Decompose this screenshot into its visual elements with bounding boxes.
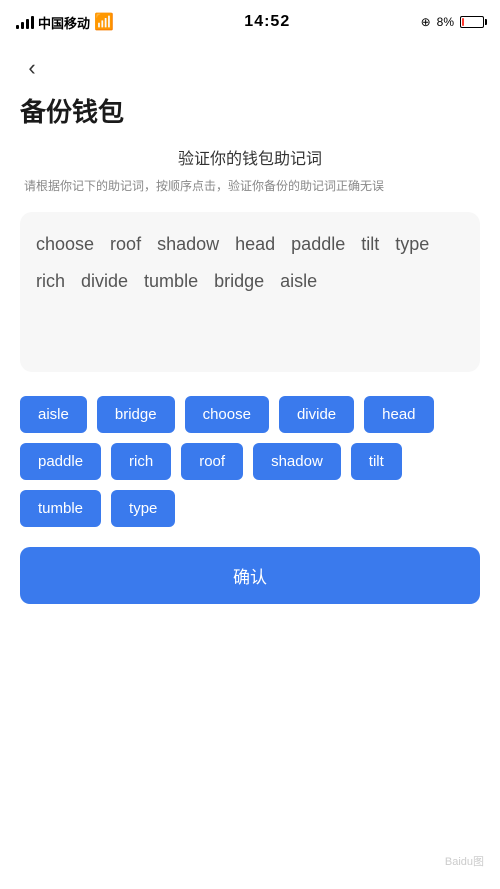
word-button[interactable]: bridge (97, 396, 175, 433)
word-button[interactable]: paddle (20, 443, 101, 480)
word-display-box: choose roof shadow head paddle tilt type richdi… (20, 212, 480, 372)
status-right-group: ⊕ 8% (421, 15, 484, 29)
display-word: tilt (361, 232, 379, 257)
display-word: paddle (291, 232, 345, 257)
word-button[interactable]: shadow (253, 443, 341, 480)
display-word: head (235, 232, 275, 257)
hotspot-icon: ⊕ (421, 15, 431, 29)
display-word: shadow (157, 232, 219, 257)
back-button[interactable]: ‹ (16, 52, 48, 84)
verify-heading: 验证你的钱包助记词 (20, 145, 480, 169)
word-button[interactable]: type (111, 490, 175, 527)
battery-icon (460, 16, 484, 28)
status-time: 14:52 (244, 13, 290, 31)
word-button[interactable]: choose (185, 396, 269, 433)
wifi-icon: 📶 (94, 12, 114, 32)
word-button[interactable]: divide (279, 396, 354, 433)
display-word: roof (110, 232, 141, 257)
verify-description: 请根据你记下的助记词，按顺序点击，验证你备份的助记词正确无误 (20, 177, 480, 196)
status-bar: 中国移动 📶 14:52 ⊕ 8% (0, 0, 500, 44)
watermark: Baidu图 (445, 853, 484, 869)
word-button[interactable]: tumble (20, 490, 101, 527)
carrier-signal: 中国移动 📶 (16, 12, 114, 32)
battery-percent: 8% (437, 15, 454, 29)
display-word: choose (36, 232, 94, 257)
main-content: 验证你的钱包助记词 请根据你记下的助记词，按顺序点击，验证你备份的助记词正确无误… (0, 145, 500, 604)
display-word: rich (36, 269, 65, 294)
carrier-name: 中国移动 (38, 13, 90, 32)
page-title: 备份钱包 (20, 92, 480, 129)
display-word: aisle (280, 269, 317, 294)
signal-icon (16, 15, 34, 29)
word-button[interactable]: aisle (20, 396, 87, 433)
word-button[interactable]: head (364, 396, 433, 433)
word-button[interactable]: roof (181, 443, 243, 480)
confirm-button[interactable]: 确认 (20, 547, 480, 604)
word-button[interactable]: tilt (351, 443, 402, 480)
display-word: tumble (144, 269, 198, 294)
word-buttons-grid: aisle bridge choose divide head paddle richroo… (20, 396, 480, 527)
display-word: type (395, 232, 429, 257)
display-word: bridge (214, 269, 264, 294)
display-word: divide (81, 269, 128, 294)
word-button[interactable]: rich (111, 443, 171, 480)
